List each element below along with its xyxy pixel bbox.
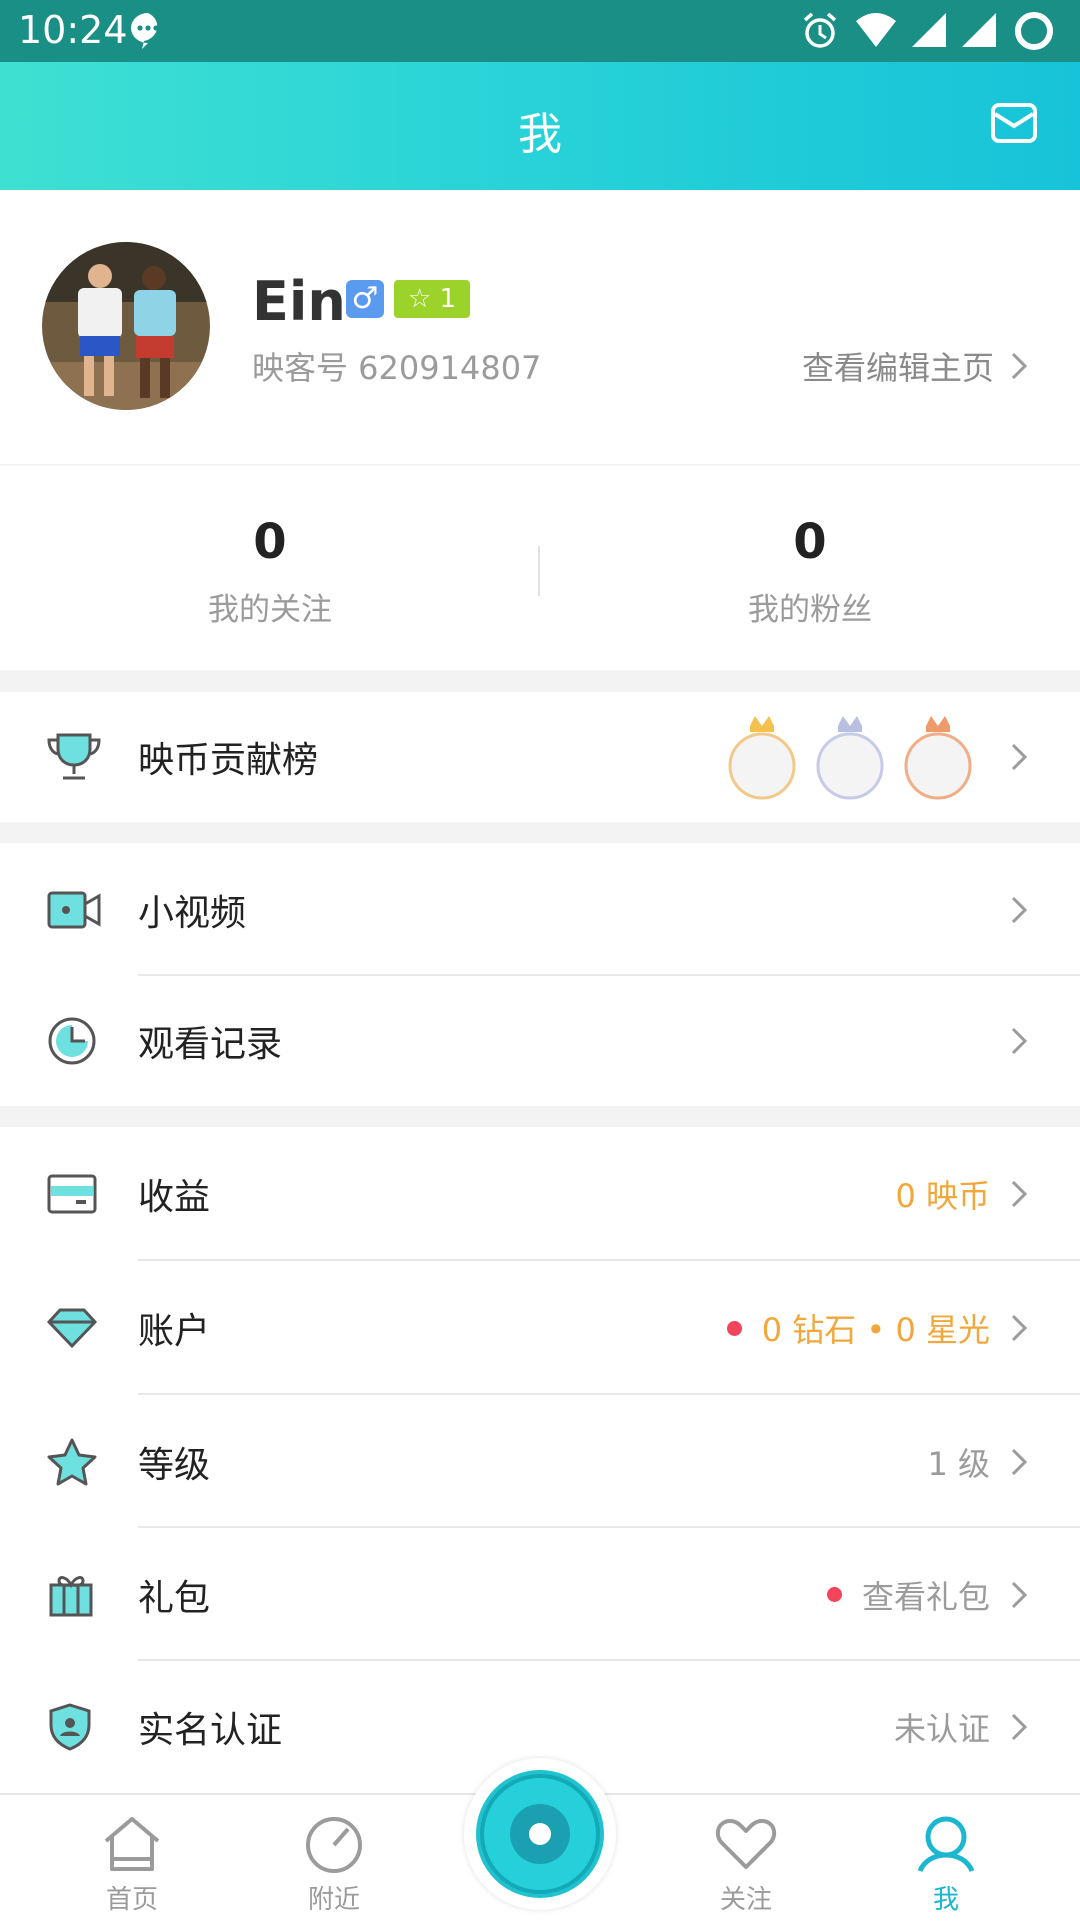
gift-icon bbox=[46, 1528, 96, 1661]
following-stat[interactable]: 0 我的关注 bbox=[0, 514, 540, 629]
income-value: 0 映币 bbox=[895, 1177, 990, 1215]
following-count: 0 bbox=[253, 514, 287, 570]
account-label: 账户 bbox=[138, 1311, 211, 1352]
view-edit-homepage-link[interactable]: 查看编辑主页 bbox=[802, 343, 1028, 389]
chevron-right-icon bbox=[1011, 1180, 1028, 1208]
chevron-right-icon bbox=[1011, 1448, 1028, 1475]
gold-crown-avatar-icon bbox=[728, 716, 796, 800]
contribution-row[interactable]: 映币贡献榜 bbox=[0, 692, 1080, 822]
fans-stat[interactable]: 0 我的粉丝 bbox=[540, 514, 1080, 629]
history-label: 观看记录 bbox=[138, 1024, 283, 1065]
user-name: Ein bbox=[252, 270, 346, 333]
short-video-label: 小视频 bbox=[138, 892, 247, 934]
chevron-right-icon bbox=[1011, 352, 1028, 380]
chevron-right-icon bbox=[1011, 1713, 1028, 1741]
title-bar: 我 bbox=[0, 62, 1080, 190]
clock-history-icon bbox=[46, 976, 98, 1106]
signal-icon-2 bbox=[962, 11, 998, 55]
gift-label: 礼包 bbox=[138, 1577, 211, 1619]
star-icon bbox=[46, 1395, 98, 1528]
alarm-icon bbox=[800, 11, 840, 55]
tab-me[interactable]: 我 bbox=[866, 1813, 1026, 1916]
level-value: 1 级 bbox=[927, 1444, 990, 1483]
chevron-right-icon bbox=[1011, 896, 1028, 923]
bronze-crown-avatar-icon bbox=[904, 716, 972, 800]
camera-lens-icon bbox=[476, 1770, 604, 1898]
user-id: 映客号 620914807 bbox=[252, 349, 542, 387]
following-label: 我的关注 bbox=[208, 592, 332, 628]
home-icon bbox=[104, 1817, 160, 1871]
account-value: 0 钻石 • 0 星光 bbox=[761, 1311, 990, 1349]
shield-user-icon bbox=[46, 1661, 94, 1793]
income-label: 收益 bbox=[138, 1177, 211, 1218]
tab-nearby[interactable]: 附近 bbox=[254, 1813, 414, 1916]
chevron-right-icon bbox=[1011, 1314, 1028, 1342]
tab-me-label: 我 bbox=[932, 1885, 959, 1915]
trophy-icon bbox=[46, 692, 102, 822]
battery-icon bbox=[1012, 9, 1056, 57]
page-title: 我 bbox=[518, 109, 562, 160]
chevron-right-icon bbox=[1011, 1581, 1028, 1608]
message-notification-icon bbox=[128, 10, 168, 54]
chevron-right-icon bbox=[1011, 743, 1028, 771]
level-badge: ☆ 1 bbox=[394, 280, 471, 318]
heart-icon bbox=[715, 1819, 777, 1869]
chevron-right-icon bbox=[1011, 1027, 1028, 1055]
diamond-icon bbox=[46, 1261, 98, 1395]
fans-count: 0 bbox=[793, 514, 827, 570]
fans-label: 我的粉丝 bbox=[748, 592, 872, 628]
gift-value: 查看礼包 bbox=[861, 1577, 990, 1616]
stats-panel: 0 我的关注 0 我的粉丝 bbox=[0, 466, 1080, 670]
avatar[interactable] bbox=[42, 242, 210, 410]
live-broadcast-button[interactable] bbox=[464, 1758, 616, 1910]
contribution-label: 映币贡献榜 bbox=[138, 740, 319, 781]
verify-value: 未认证 bbox=[893, 1710, 990, 1748]
status-time: 10:24 bbox=[18, 8, 128, 52]
status-bar: 10:24 bbox=[0, 0, 1080, 62]
red-dot-indicator bbox=[826, 1587, 842, 1602]
compass-icon bbox=[306, 1817, 362, 1873]
gift-row[interactable]: 礼包 查看礼包 bbox=[0, 1528, 1080, 1661]
wallet-icon bbox=[46, 1127, 98, 1261]
tab-follow[interactable]: 关注 bbox=[666, 1813, 826, 1916]
mail-icon[interactable] bbox=[990, 102, 1038, 148]
user-icon bbox=[917, 1816, 975, 1873]
wifi-icon bbox=[854, 11, 898, 55]
account-row[interactable]: 账户 0 钻石 • 0 星光 bbox=[0, 1261, 1080, 1395]
tab-home-label: 首页 bbox=[105, 1885, 158, 1915]
level-label: 等级 bbox=[138, 1444, 211, 1486]
short-video-row[interactable]: 小视频 bbox=[0, 843, 1080, 976]
level-row[interactable]: 等级 1 级 bbox=[0, 1395, 1080, 1528]
silver-crown-avatar-icon bbox=[816, 716, 884, 800]
view-edit-label: 查看编辑主页 bbox=[801, 349, 994, 387]
signal-icon bbox=[912, 11, 948, 55]
video-camera-icon bbox=[46, 843, 102, 976]
income-row[interactable]: 收益 0 映币 bbox=[0, 1127, 1080, 1261]
tab-nearby-label: 附近 bbox=[307, 1885, 360, 1915]
male-gender-icon: ♂ bbox=[346, 280, 384, 318]
verify-label: 实名认证 bbox=[138, 1710, 283, 1751]
profile-card[interactable]: Ein ♂ ☆ 1 映客号 620914807 查看编辑主页 bbox=[0, 190, 1080, 464]
red-dot-indicator bbox=[726, 1320, 742, 1336]
history-row[interactable]: 观看记录 bbox=[0, 976, 1080, 1106]
tab-follow-label: 关注 bbox=[719, 1885, 772, 1915]
tab-home[interactable]: 首页 bbox=[52, 1813, 212, 1916]
